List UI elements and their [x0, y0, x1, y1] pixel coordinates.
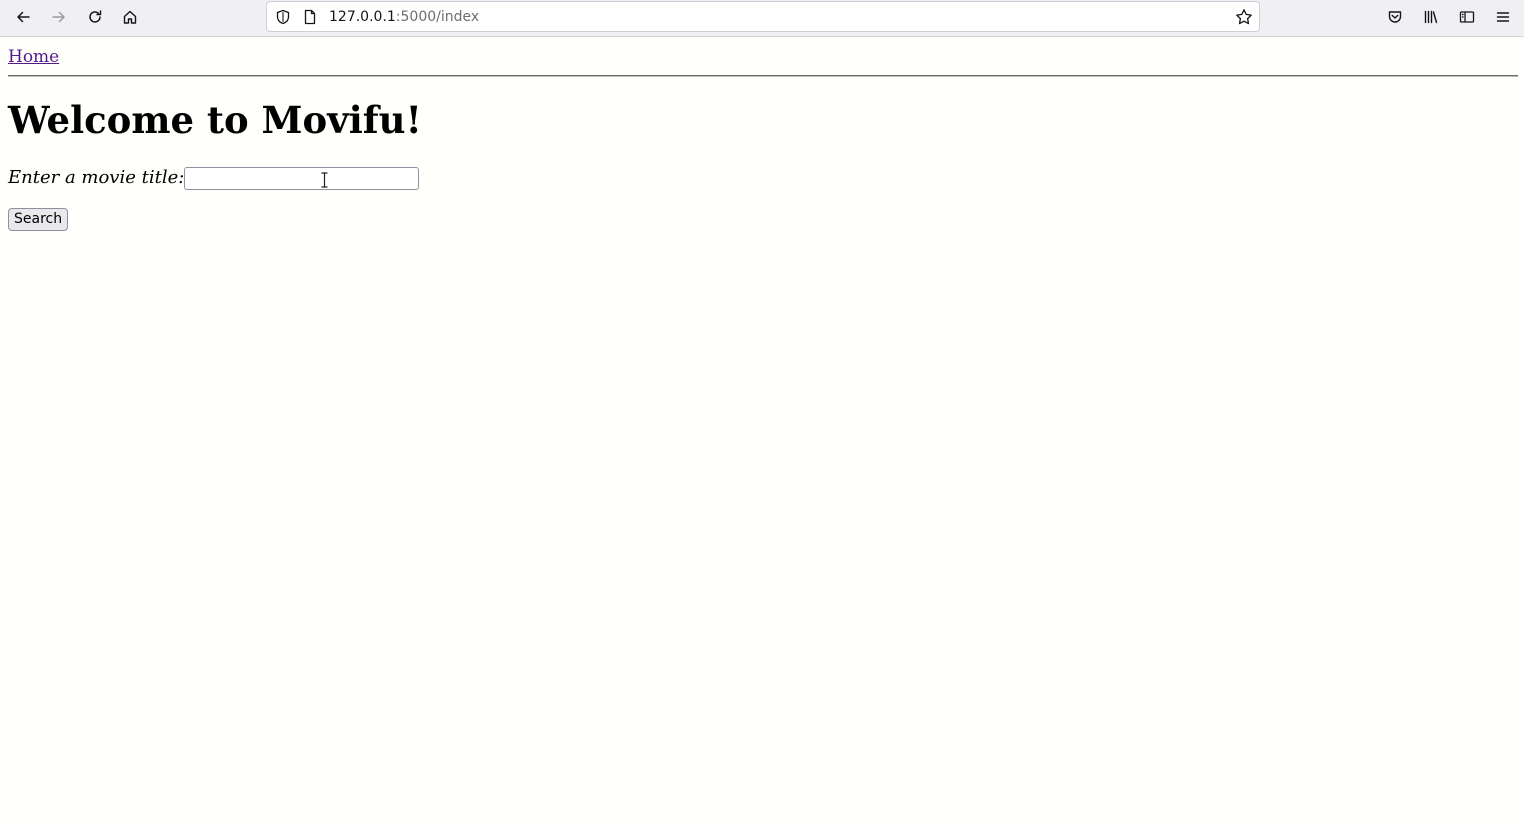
menu-icon — [1496, 12, 1510, 22]
back-icon — [17, 11, 30, 23]
home-icon — [123, 10, 137, 24]
movie-title-input[interactable] — [184, 167, 419, 190]
forward-button[interactable] — [45, 4, 73, 30]
url-bar[interactable]: 127.0.0.1:5000/index — [266, 1, 1260, 32]
url-path: :5000/index — [395, 9, 480, 25]
library-icon — [1424, 10, 1438, 24]
search-button[interactable]: Search — [8, 208, 69, 231]
page-content: Home Welcome to Movifu! Enter a movie ti… — [0, 38, 1524, 822]
star-icon[interactable] — [1235, 8, 1253, 26]
library-button[interactable] — [1417, 4, 1445, 30]
page-title: Welcome to Movifu! — [8, 98, 422, 142]
shield-icon[interactable] — [274, 8, 292, 26]
page-icon[interactable] — [301, 8, 319, 26]
menu-button[interactable] — [1489, 4, 1517, 30]
home-button[interactable] — [116, 4, 144, 30]
movie-title-label: Enter a movie title: — [8, 167, 185, 188]
text-cursor-icon — [321, 172, 328, 188]
sidebar-button[interactable] — [1453, 4, 1481, 30]
divider — [8, 75, 1518, 77]
browser-toolbar: 127.0.0.1:5000/index — [0, 0, 1524, 37]
home-link[interactable]: Home — [8, 47, 59, 67]
forward-icon — [52, 11, 65, 23]
reload-button[interactable] — [81, 4, 109, 30]
pocket-icon — [1388, 11, 1402, 23]
url-host: 127.0.0.1 — [329, 9, 396, 25]
sidebar-icon — [1459, 11, 1475, 23]
url-text[interactable]: 127.0.0.1:5000/index — [329, 9, 479, 26]
pocket-button[interactable] — [1381, 4, 1409, 30]
reload-icon — [89, 10, 102, 23]
back-button[interactable] — [9, 4, 37, 30]
